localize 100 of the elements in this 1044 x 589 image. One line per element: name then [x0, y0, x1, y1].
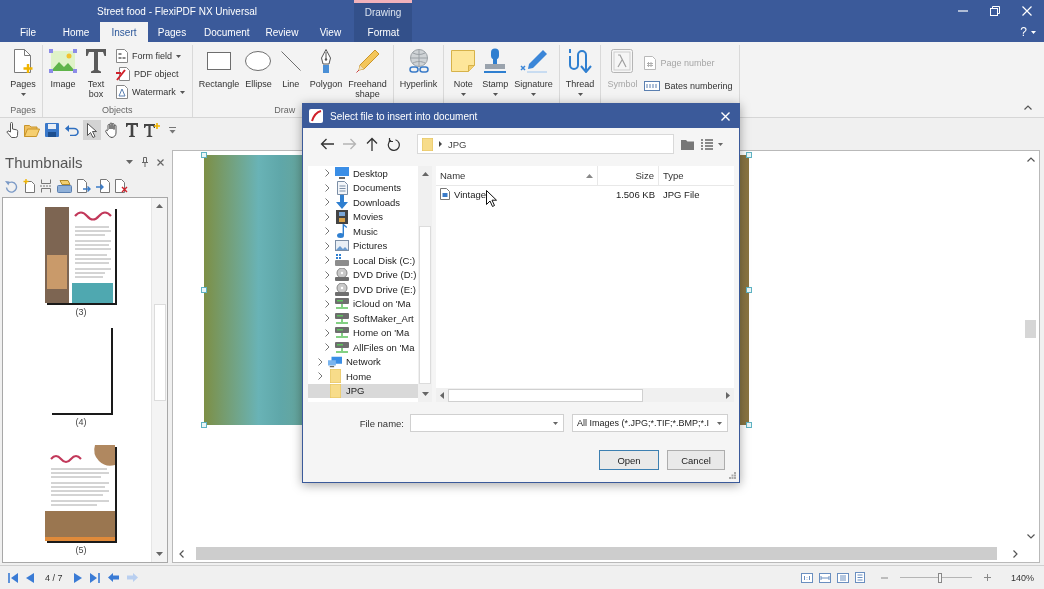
resize-handle-icon[interactable]	[201, 287, 207, 293]
page-thumbnail-drawing[interactable]	[45, 207, 117, 305]
resize-handle-icon[interactable]	[201, 422, 207, 428]
folder-open-icon[interactable]	[24, 123, 40, 137]
ribbon-button[interactable]: Line	[274, 45, 307, 103]
ribbon-button[interactable]: Watermark	[114, 83, 187, 101]
back-arrow-icon[interactable]	[320, 138, 334, 150]
vertical-scrollbar[interactable]	[418, 166, 432, 402]
dialog-button[interactable]: Cancel	[667, 450, 725, 470]
scrollbar-thumb[interactable]	[448, 388, 643, 402]
pin-icon[interactable]	[142, 157, 148, 167]
view-grid-icon[interactable]	[701, 138, 713, 150]
resize-grip-icon[interactable]	[729, 472, 736, 479]
file-name-cell[interactable]: Vintage	[436, 188, 598, 200]
column-header[interactable]: Name	[436, 166, 598, 185]
column-header[interactable]: Size	[598, 166, 659, 185]
ribbon-button[interactable]: Freehand shape	[345, 45, 390, 103]
tree-item[interactable]: Downloads	[308, 195, 418, 210]
resize-handle-icon[interactable]	[746, 422, 752, 428]
plus-icon[interactable]	[983, 574, 991, 581]
fit-page-icon[interactable]	[836, 572, 849, 583]
restore-icon[interactable]	[990, 6, 1000, 16]
up-arrow-icon[interactable]	[366, 137, 378, 151]
ribbon-button[interactable]: Note	[447, 45, 480, 103]
tree-item[interactable]: Documents	[308, 180, 418, 195]
breadcrumb-item[interactable]: JPG	[448, 138, 467, 150]
ribbon-button[interactable]: Pages	[7, 45, 39, 103]
page-split-icon[interactable]	[40, 179, 52, 193]
scrollbar-thumb[interactable]	[196, 547, 997, 560]
tree-item[interactable]: DVD Drive (D:)	[308, 267, 418, 282]
scroll-left-icon[interactable]	[440, 391, 444, 399]
caret-icon[interactable]	[718, 142, 723, 146]
resize-handle-icon[interactable]	[201, 152, 207, 158]
save-icon[interactable]	[45, 123, 59, 137]
tree-item[interactable]: Local Disk (C:)	[308, 253, 418, 268]
scroll-up-icon[interactable]	[421, 172, 429, 176]
actual-size-icon[interactable]	[800, 572, 813, 583]
last-page-icon[interactable]	[89, 572, 100, 583]
scrollbar-thumb[interactable]	[1025, 320, 1036, 338]
ribbon-tab[interactable]: Pages	[148, 22, 196, 42]
ribbon-button[interactable]: Signature	[511, 45, 556, 103]
ribbon-tab[interactable]: Insert	[100, 22, 148, 42]
slider-thumb[interactable]	[938, 572, 943, 583]
ribbon-tab[interactable]: File	[4, 22, 52, 42]
first-page-icon[interactable]	[8, 572, 18, 583]
scroll-left-icon[interactable]	[179, 549, 184, 558]
ribbon-tab[interactable]: Document	[196, 22, 258, 42]
file-name-field[interactable]	[410, 414, 564, 432]
ribbon-button[interactable]: Rectangle	[195, 45, 243, 103]
tree-item[interactable]: AllFiles on 'Ma	[308, 340, 418, 355]
scrollbar-thumb[interactable]	[153, 304, 166, 401]
ribbon-tab[interactable]: Home	[52, 22, 100, 42]
ribbon-button[interactable]: Polygon	[306, 45, 346, 103]
scroll-right-icon[interactable]	[1013, 549, 1018, 558]
scroll-up-icon[interactable]	[1026, 157, 1035, 162]
help-button[interactable]: ?	[1020, 22, 1036, 42]
collapse-ribbon-icon[interactable]	[1024, 105, 1032, 110]
previous-page-icon[interactable]	[26, 572, 34, 583]
tree-item[interactable]: Movies	[308, 209, 418, 224]
tree-item[interactable]: Desktop	[308, 166, 418, 181]
ribbon-tab[interactable]: View	[306, 22, 355, 42]
tree-item[interactable]: Network	[308, 354, 418, 369]
ribbon-button[interactable]: Text box	[80, 45, 112, 103]
column-header[interactable]: Type	[659, 166, 734, 185]
ribbon-button[interactable]: Hyperlink	[396, 45, 441, 103]
tree-item[interactable]: DVD Drive (E:)	[308, 282, 418, 297]
rotate-icon[interactable]	[5, 179, 18, 193]
single-page-icon[interactable]	[854, 572, 865, 583]
tree-item[interactable]: Music	[308, 224, 418, 239]
scroll-up-icon[interactable]	[156, 204, 163, 208]
page-delete-icon[interactable]	[115, 179, 128, 193]
scroll-down-icon[interactable]	[1026, 534, 1035, 539]
ribbon-button[interactable]: Stamp	[479, 45, 512, 103]
vertical-scrollbar[interactable]	[151, 198, 167, 562]
tree-item[interactable]: Pictures	[308, 238, 418, 253]
caret-icon[interactable]	[553, 421, 558, 425]
tree-item[interactable]: Home	[308, 369, 418, 384]
tool-button[interactable]	[83, 120, 101, 140]
fit-width-icon[interactable]	[818, 572, 831, 583]
tree-item[interactable]: SoftMaker_Art	[308, 311, 418, 326]
ribbon-button[interactable]: Form field	[114, 47, 187, 65]
file-type-dropdown[interactable]: All Images (*.JPG;*.TIF;*.BMP;*.I	[572, 414, 728, 432]
refresh-icon[interactable]	[387, 137, 400, 151]
scanner-icon[interactable]	[57, 179, 72, 193]
page-plus-icon[interactable]	[23, 179, 35, 193]
resize-handle-icon[interactable]	[746, 287, 752, 293]
ribbon-button[interactable]: Ellipse	[242, 45, 275, 103]
close-icon[interactable]	[157, 158, 164, 166]
scroll-down-icon[interactable]	[156, 552, 163, 556]
tool-button[interactable]	[123, 120, 141, 140]
back-arrow-icon[interactable]	[107, 573, 119, 582]
tool-button[interactable]	[143, 120, 161, 140]
ribbon-button[interactable]: Bates numbering	[642, 77, 735, 94]
page-import-icon[interactable]	[96, 179, 110, 193]
ribbon-button[interactable]: Thread	[562, 45, 598, 103]
customize-caret-icon[interactable]	[168, 126, 176, 134]
scrollbar-thumb[interactable]	[419, 226, 431, 384]
address-bar[interactable]: JPG	[417, 134, 674, 154]
dialog-button[interactable]: Open	[599, 450, 659, 470]
caret-icon[interactable]	[126, 160, 133, 164]
